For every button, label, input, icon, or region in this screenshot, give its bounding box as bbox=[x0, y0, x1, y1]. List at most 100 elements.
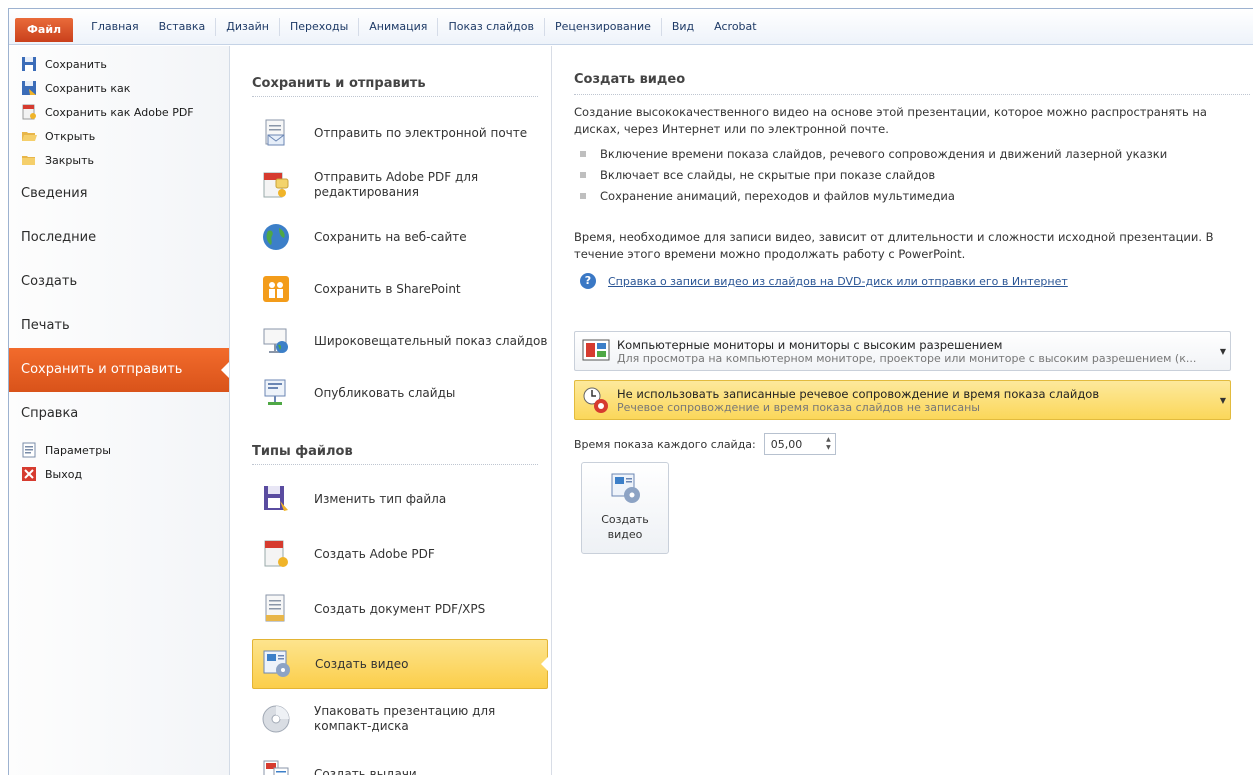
nav-new[interactable]: Создать bbox=[9, 260, 229, 304]
nav-options[interactable]: Параметры bbox=[9, 438, 229, 462]
exit-icon bbox=[22, 467, 36, 481]
create-handouts-label: Создать выдачи bbox=[314, 766, 417, 775]
help-row: ? Справка о записи видео из слайдов на D… bbox=[580, 273, 1068, 289]
nav-save[interactable]: Сохранить bbox=[9, 52, 229, 76]
nav-help[interactable]: Справка bbox=[9, 392, 229, 436]
tab-animations[interactable]: Анимация bbox=[359, 15, 437, 39]
package-cd-label: Упаковать презентацию для компакт-диска bbox=[314, 704, 496, 733]
change-type-label: Изменить тип файла bbox=[314, 491, 447, 506]
pdf-xps-icon bbox=[265, 594, 285, 622]
create-handouts-item[interactable]: Создать выдачи bbox=[252, 749, 548, 775]
create-video-icon bbox=[611, 473, 640, 503]
save-as-icon bbox=[22, 81, 36, 95]
nav-recent[interactable]: Последние bbox=[9, 216, 229, 260]
timing-narration-icon bbox=[583, 387, 608, 413]
save-sharepoint-item[interactable]: Сохранить в SharePoint bbox=[252, 264, 548, 314]
pane-divider bbox=[574, 94, 1250, 95]
tab-insert[interactable]: Вставка bbox=[149, 15, 216, 39]
save-web-item[interactable]: Сохранить на веб-сайте bbox=[252, 212, 548, 262]
create-pdf-item[interactable]: Создать Adobe PDF bbox=[252, 529, 548, 579]
video-quality-dropdown[interactable]: Компьютерные мониторы и мониторы с высок… bbox=[574, 331, 1231, 371]
tab-design[interactable]: Дизайн bbox=[216, 15, 279, 39]
create-pdf-xps-item[interactable]: Создать документ PDF/XPS bbox=[252, 584, 548, 634]
nav-close[interactable]: Закрыть bbox=[9, 148, 229, 172]
change-type-icon bbox=[264, 486, 288, 511]
create-video-button[interactable]: Создать видео bbox=[581, 462, 669, 554]
nav-info[interactable]: Сведения bbox=[9, 172, 229, 216]
send-pdf-item[interactable]: Отправить Adobe PDF для редактирования bbox=[252, 160, 548, 210]
narration-title: Не использовать записанные речевое сопро… bbox=[617, 386, 1100, 401]
globe-icon bbox=[263, 224, 289, 250]
create-pdf-xps-label: Создать документ PDF/XPS bbox=[314, 601, 486, 616]
send-pdf-label: Отправить Adobe PDF для редактирования bbox=[314, 170, 479, 199]
package-cd-item[interactable]: Упаковать презентацию для компакт-диска bbox=[252, 694, 548, 744]
publish-slides-label: Опубликовать слайды bbox=[314, 385, 456, 400]
bullet-icon bbox=[580, 150, 586, 157]
save-web-label: Сохранить на веб-сайте bbox=[314, 229, 467, 244]
nav-exit[interactable]: Выход bbox=[9, 462, 229, 486]
sharepoint-icon bbox=[263, 276, 289, 302]
create-video-item[interactable]: Создать видео bbox=[252, 639, 548, 689]
save-icon bbox=[22, 57, 36, 71]
folder-open-icon bbox=[22, 132, 37, 141]
timing-spinner[interactable]: 05,00 ▲ ▼ bbox=[763, 433, 836, 455]
nav-print[interactable]: Печать bbox=[9, 304, 229, 348]
send-email-item[interactable]: Отправить по электронной почте bbox=[252, 108, 548, 158]
heading-divider bbox=[252, 464, 538, 465]
dropdown-text: Не использовать записанные речевое сопро… bbox=[617, 387, 1216, 414]
nav-close-label: Закрыть bbox=[45, 153, 94, 167]
nav-save-label: Сохранить bbox=[45, 57, 107, 71]
broadcast-item[interactable]: Широковещательный показ слайдов bbox=[252, 316, 548, 366]
folder-close-icon bbox=[22, 156, 35, 165]
tab-transitions[interactable]: Переходы bbox=[280, 15, 358, 39]
tab-home[interactable]: Главная bbox=[81, 15, 149, 39]
change-type-item[interactable]: Изменить тип файла bbox=[252, 474, 548, 524]
publish-slides-item[interactable]: Опубликовать слайды bbox=[252, 368, 548, 418]
heading-divider bbox=[252, 96, 538, 97]
recording-time-note: Время, необходимое для записи видео, зав… bbox=[574, 230, 1214, 261]
tab-slideshow[interactable]: Показ слайдов bbox=[438, 15, 544, 39]
bullet-icon bbox=[580, 171, 586, 178]
nav-open[interactable]: Открыть bbox=[9, 124, 229, 148]
feature-item: Сохранение анимаций, переходов и файлов … bbox=[580, 185, 1167, 206]
timing-value: 05,00 bbox=[770, 437, 803, 451]
nav-save-and-send[interactable]: Сохранить и отправить bbox=[9, 348, 229, 392]
create-video-label: Создать видео bbox=[315, 656, 409, 671]
nav-save-as-pdf[interactable]: Сохранить как Adobe PDF bbox=[9, 100, 229, 124]
publish-slides-icon bbox=[264, 379, 286, 405]
feature-item: Включает все слайды, не скрытые при пока… bbox=[580, 164, 1167, 185]
tab-file[interactable]: Файл bbox=[15, 17, 74, 42]
pdf-save-icon bbox=[22, 104, 36, 120]
create-video-button-label: Создать видео bbox=[601, 513, 649, 541]
handouts-icon bbox=[263, 760, 289, 775]
nav-exit-label: Выход bbox=[45, 467, 83, 481]
save-send-options: Сохранить и отправить Отправить по элект… bbox=[230, 46, 552, 775]
narration-dropdown[interactable]: Не использовать записанные речевое сопро… bbox=[574, 380, 1231, 420]
feature-item: Включение времени показа слайдов, речево… bbox=[580, 143, 1167, 164]
types-heading: Типы файлов bbox=[252, 444, 353, 459]
email-icon bbox=[265, 119, 285, 146]
nav-save-as-label: Сохранить как bbox=[45, 81, 131, 95]
options-icon bbox=[22, 442, 36, 458]
help-icon: ? bbox=[580, 273, 596, 289]
cd-package-icon bbox=[262, 705, 290, 733]
narration-subtitle: Речевое сопровождение и время показа сла… bbox=[617, 400, 980, 414]
nav-open-label: Открыть bbox=[45, 129, 96, 143]
ribbon-tabs: Файл Главная Вставка Дизайн Переходы Ани… bbox=[9, 9, 1253, 45]
nav-save-as[interactable]: Сохранить как bbox=[9, 76, 229, 100]
chevron-down-icon: ▼ bbox=[1219, 346, 1227, 356]
timing-label: Время показа каждого слайда: bbox=[574, 437, 756, 451]
broadcast-icon bbox=[263, 328, 288, 353]
feature-text: Сохранение анимаций, переходов и файлов … bbox=[600, 188, 955, 203]
create-video-icon bbox=[263, 650, 290, 677]
spinner-arrows-icon[interactable]: ▲ ▼ bbox=[826, 436, 831, 452]
tab-review[interactable]: Рецензирование bbox=[545, 15, 661, 39]
tab-acrobat[interactable]: Acrobat bbox=[704, 15, 766, 39]
tab-view[interactable]: Вид bbox=[662, 15, 704, 39]
create-pdf-label: Создать Adobe PDF bbox=[314, 546, 435, 561]
broadcast-label: Широковещательный показ слайдов bbox=[314, 333, 548, 348]
feature-text: Включение времени показа слайдов, речево… bbox=[600, 146, 1168, 161]
nav-options-label: Параметры bbox=[45, 443, 111, 457]
create-pdf-icon bbox=[264, 540, 288, 567]
help-link[interactable]: Справка о записи видео из слайдов на DVD… bbox=[608, 275, 1068, 288]
